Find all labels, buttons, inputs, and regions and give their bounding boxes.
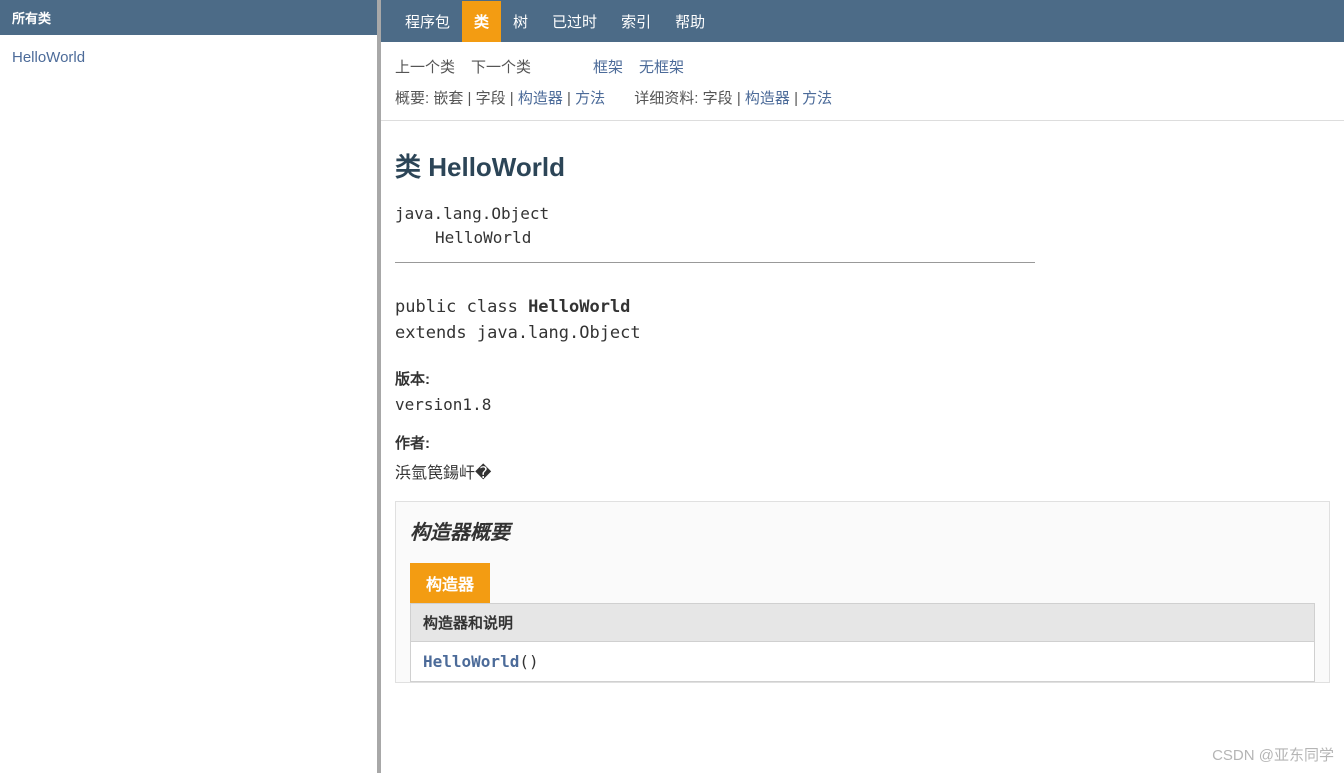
right-panel: 程序包 类 树 已过时 索引 帮助 上一个类 下一个类 框架 无框架 概要: 嵌…	[381, 0, 1344, 773]
all-classes-header: 所有类	[0, 0, 377, 35]
title-prefix: 类	[395, 152, 428, 182]
decl-extends: extends java.lang.Object	[395, 321, 1330, 347]
sub-nav: 上一个类 下一个类 框架 无框架	[381, 42, 1344, 83]
title-name: HelloWorld	[428, 152, 565, 182]
sep: |	[563, 90, 575, 107]
class-list: HelloWorld	[0, 35, 377, 80]
ctor-link[interactable]: HelloWorld	[423, 652, 519, 671]
prev-class: 上一个类	[395, 56, 455, 77]
summary-line: 概要: 嵌套 | 字段 | 构造器 | 方法 详细资料: 字段 | 构造器 | …	[381, 83, 1344, 121]
nav-class[interactable]: 类	[462, 1, 501, 42]
ctor-row: HelloWorld()	[410, 642, 1315, 682]
noframes-link[interactable]: 无框架	[639, 56, 684, 77]
class-link-helloworld[interactable]: HelloWorld	[12, 49, 85, 66]
sep: |	[790, 90, 802, 107]
inheritance-self: HelloWorld	[395, 226, 1330, 250]
content: 类 HelloWorld java.lang.Object HelloWorld…	[381, 121, 1344, 773]
top-nav: 程序包 类 树 已过时 索引 帮助	[381, 0, 1344, 42]
class-declaration: public class HelloWorld extends java.lan…	[395, 295, 1330, 346]
frames-link[interactable]: 框架	[593, 56, 623, 77]
summary-ctor-link[interactable]: 构造器	[518, 90, 563, 107]
left-panel: 所有类 HelloWorld	[0, 0, 381, 773]
nav-index[interactable]: 索引	[609, 1, 663, 42]
nav-deprecated[interactable]: 已过时	[540, 1, 609, 42]
nav-tree[interactable]: 树	[501, 1, 540, 42]
ctor-parens: ()	[519, 652, 538, 671]
ctor-summary-heading: 构造器概要	[410, 516, 1315, 545]
next-class: 下一个类	[471, 56, 531, 77]
ctor-tab[interactable]: 构造器	[410, 563, 490, 603]
divider	[395, 262, 1035, 263]
sep: |	[463, 90, 475, 107]
sep: |	[733, 90, 745, 107]
overview-label: 概要:	[395, 90, 433, 107]
detail-label: 详细资料:	[634, 90, 702, 107]
inheritance-parent: java.lang.Object	[395, 202, 1330, 226]
decl-modifiers: public class	[395, 297, 528, 317]
version-value: version1.8	[395, 395, 1330, 414]
author-label: 作者:	[395, 432, 1330, 453]
ctor-col-header: 构造器和说明	[410, 603, 1315, 642]
version-label: 版本:	[395, 368, 1330, 389]
decl-classname: HelloWorld	[528, 297, 630, 317]
nav-help[interactable]: 帮助	[663, 1, 717, 42]
summary-method-link[interactable]: 方法	[575, 90, 605, 107]
sep: |	[506, 90, 518, 107]
inheritance-tree: java.lang.Object HelloWorld	[395, 202, 1330, 250]
summary-nested: 嵌套	[433, 90, 463, 107]
detail-method-link[interactable]: 方法	[802, 90, 832, 107]
detail-field: 字段	[703, 90, 733, 107]
summary-field: 字段	[476, 90, 506, 107]
nav-package[interactable]: 程序包	[393, 1, 462, 42]
detail-ctor-link[interactable]: 构造器	[745, 90, 790, 107]
author-value: 浜氫笢鍚屽�	[395, 459, 1330, 483]
class-title: 类 HelloWorld	[395, 147, 1330, 184]
constructor-summary: 构造器概要 构造器 构造器和说明 HelloWorld()	[395, 501, 1330, 683]
